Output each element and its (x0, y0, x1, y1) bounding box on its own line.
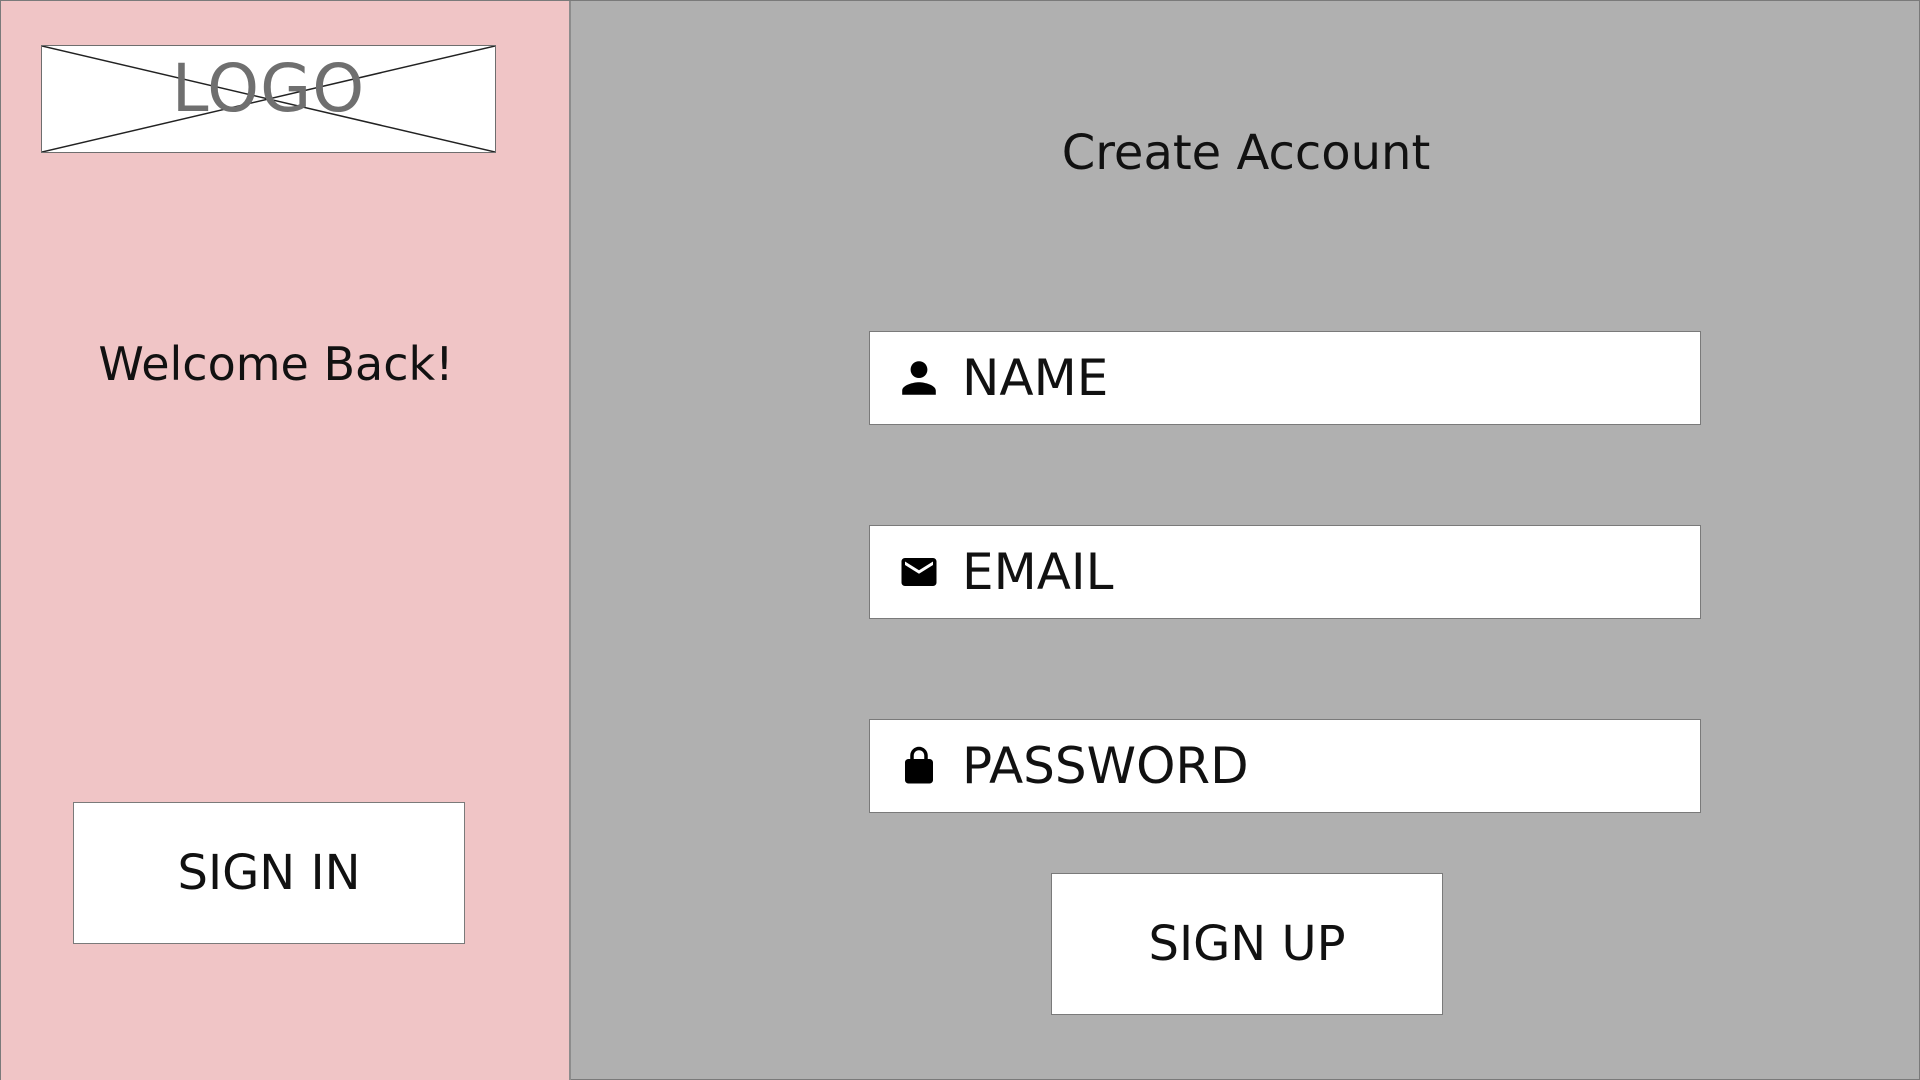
page: LOGO Welcome Back! SIGN IN Create Accoun… (0, 0, 1920, 1080)
name-field[interactable]: NAME (869, 331, 1701, 425)
logo-placeholder: LOGO (41, 45, 496, 153)
email-field-label: EMAIL (962, 543, 1114, 601)
mail-icon (898, 551, 940, 593)
create-account-title: Create Account (1061, 125, 1431, 181)
logo-text: LOGO (171, 50, 366, 127)
welcome-heading: Welcome Back! (98, 337, 454, 391)
password-field-label: PASSWORD (962, 737, 1249, 795)
sign-up-button[interactable]: SIGN UP (1051, 873, 1443, 1015)
name-field-label: NAME (962, 349, 1109, 407)
lock-icon (898, 745, 940, 787)
left-panel: LOGO Welcome Back! SIGN IN (1, 1, 571, 1080)
person-icon (898, 357, 940, 399)
sign-in-button[interactable]: SIGN IN (73, 802, 465, 944)
password-field[interactable]: PASSWORD (869, 719, 1701, 813)
email-field[interactable]: EMAIL (869, 525, 1701, 619)
